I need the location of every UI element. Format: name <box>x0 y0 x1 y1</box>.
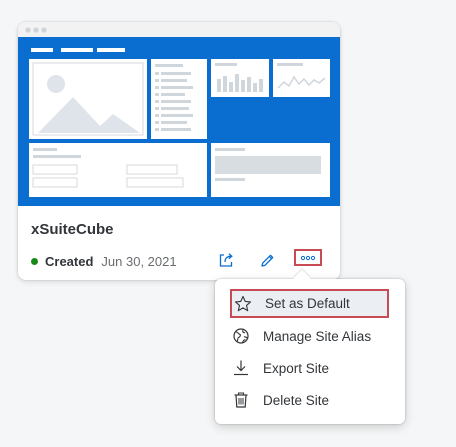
pencil-icon <box>260 254 273 267</box>
share-icon <box>219 253 233 267</box>
globe-icon <box>231 326 251 346</box>
share-button[interactable] <box>214 248 238 272</box>
site-title[interactable]: xSuiteCube <box>31 221 114 238</box>
download-icon <box>231 358 251 378</box>
site-actions-menu: Set as Default Manage Site Alias Export … <box>215 279 405 424</box>
trash-icon <box>231 390 251 410</box>
menu-item-manage-site-alias[interactable]: Manage Site Alias <box>215 321 405 351</box>
created-date: Jun 30, 2021 <box>101 253 177 269</box>
menu-item-label: Set as Default <box>265 296 350 311</box>
site-status: Created Jun 30, 2021 <box>31 252 177 270</box>
menu-item-export-site[interactable]: Export Site <box>215 353 405 383</box>
star-icon <box>233 294 253 314</box>
menu-item-label: Delete Site <box>263 392 330 408</box>
menu-item-set-as-default[interactable]: Set as Default <box>230 289 389 318</box>
site-card[interactable]: xSuiteCube Created Jun 30, 2021 <box>18 22 340 280</box>
more-options-button[interactable] <box>294 249 322 266</box>
menu-item-label: Export Site <box>263 360 330 376</box>
overflow-icon <box>300 255 316 260</box>
site-thumbnail <box>18 22 340 206</box>
menu-item-label: Manage Site Alias <box>263 328 372 344</box>
status-indicator-dot <box>31 257 38 265</box>
status-label: Created <box>45 253 94 269</box>
edit-button[interactable] <box>255 248 279 272</box>
menu-item-delete-site[interactable]: Delete Site <box>215 385 405 415</box>
